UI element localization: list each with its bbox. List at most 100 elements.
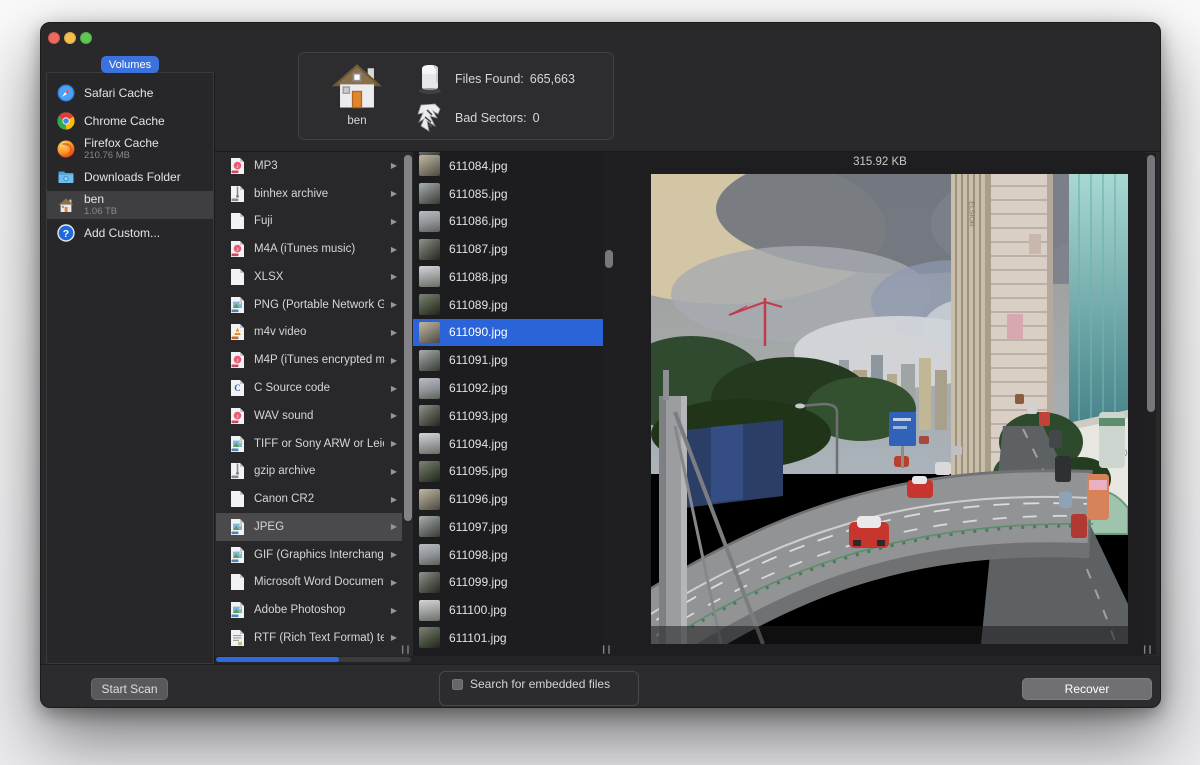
file-type-row-adobe-photoshop[interactable]: Adobe Photoshop ▶ (216, 596, 402, 624)
file-type-row-wav-sound[interactable]: ♪ WAV sound ▶ (216, 402, 402, 430)
found-file-row[interactable]: 611098.jpg (413, 541, 603, 569)
found-file-row[interactable]: 611092.jpg (413, 374, 603, 402)
file-type-row-c-source-code[interactable]: C C Source code ▶ (216, 374, 402, 402)
file-type-row-gzip-archive[interactable]: gzip archive ▶ (216, 457, 402, 485)
embedded-files-checkbox[interactable] (452, 679, 463, 690)
pane-resize-grip[interactable]: ▎▎ (402, 647, 413, 655)
preview-scrollbar-thumb[interactable] (1146, 155, 1155, 412)
sidebar-item-label: Add Custom... (84, 225, 161, 240)
file-type-row-mp3[interactable]: ♪ MP3 ▶ (216, 152, 402, 180)
file-name: 611097.jpg (449, 519, 508, 534)
found-file-row[interactable]: 611094.jpg (413, 430, 603, 458)
svg-text:♪: ♪ (236, 247, 239, 253)
file-type-row-tiff-or-sony-arw-or-leica-raw[interactable]: TIFF or Sony ARW or Leica raw... ▶ (216, 430, 402, 458)
archive-file-icon (230, 185, 245, 203)
sidebar-item-safari-cache[interactable]: Safari Cache (47, 79, 213, 107)
found-file-row[interactable]: 611088.jpg (413, 263, 603, 291)
file-thumbnail (419, 460, 440, 482)
close-window-button[interactable] (48, 32, 60, 44)
file-type-row-m4v-video[interactable]: m4v video ▶ (216, 319, 402, 347)
scan-progress-bar (216, 657, 411, 662)
file-type-row-m4a-itunes-music[interactable]: ♪ M4A (iTunes music) ▶ (216, 235, 402, 263)
found-file-row[interactable]: 611099.jpg (413, 568, 603, 596)
file-name: 611094.jpg (449, 436, 508, 451)
chevron-right-icon[interactable]: ▶ (391, 328, 397, 337)
found-file-row[interactable]: 611095.jpg (413, 457, 603, 485)
file-type-row-binhex-archive[interactable]: binhex archive ▶ (216, 180, 402, 208)
chevron-right-icon[interactable]: ▶ (391, 578, 397, 587)
file-type-row-jpeg[interactable]: JPEG ▶ (216, 512, 402, 541)
sidebar-item-firefox-cache[interactable]: Firefox Cache 210.76 MB (47, 135, 213, 163)
chevron-right-icon[interactable]: ▶ (391, 495, 397, 504)
found-file-row[interactable]: 611096.jpg (413, 485, 603, 513)
tab-volumes[interactable]: Volumes (101, 56, 159, 73)
chevron-right-icon[interactable]: ▶ (391, 606, 397, 615)
file-type-row-png-portable-network-graphi[interactable]: PNG (Portable Network Graphi... ▶ (216, 291, 402, 319)
file-type-row-gif-graphics-interchange-for[interactable]: GIF (Graphics Interchange For... ▶ (216, 541, 402, 569)
sidebar-item-ben[interactable]: ben 1.06 TB (47, 191, 213, 219)
file-type-scrollbar[interactable] (402, 152, 413, 656)
sidebar-item-downloads-folder[interactable]: Downloads Folder (47, 163, 213, 191)
file-type-row-xlsx[interactable]: XLSX ▶ (216, 263, 402, 291)
chevron-right-icon[interactable]: ▶ (391, 356, 397, 365)
chevron-right-icon[interactable]: ▶ (391, 467, 397, 476)
chevron-right-icon[interactable]: ▶ (391, 272, 397, 281)
chevron-right-icon[interactable]: ▶ (391, 161, 397, 170)
bad-sectors-stat: Bad Sectors: 0 (415, 102, 540, 134)
file-type-label: Adobe Photoshop (254, 604, 346, 617)
chevron-right-icon[interactable]: ▶ (391, 439, 397, 448)
file-thumbnail (419, 516, 440, 538)
found-file-row[interactable]: 611090.jpg (413, 318, 603, 347)
downloads-folder-icon (57, 168, 75, 186)
chevron-right-icon[interactable]: ▶ (391, 550, 397, 559)
found-file-row[interactable]: 611093.jpg (413, 402, 603, 430)
sidebar-item-chrome-cache[interactable]: Chrome Cache (47, 107, 213, 135)
chevron-right-icon[interactable]: ▶ (391, 217, 397, 226)
file-type-row-rtf-rich-text-format-text[interactable]: RTF (Rich Text Format) text ▶ (216, 624, 402, 652)
file-name: 611085.jpg (449, 186, 508, 201)
found-file-row[interactable]: 611091.jpg (413, 346, 603, 374)
embedded-files-label: Search for embedded files (470, 677, 611, 691)
minimize-window-button[interactable] (64, 32, 76, 44)
file-type-label: Canon CR2 (254, 493, 315, 506)
file-type-row-microsoft-word-documents[interactable]: Microsoft Word Documents ▶ (216, 568, 402, 596)
found-files-scrollbar-thumb[interactable] (605, 250, 613, 268)
found-files-scrollbar[interactable] (603, 152, 615, 656)
bad-sectors-text: Bad Sectors: 0 (455, 111, 540, 125)
chevron-right-icon[interactable]: ▶ (391, 245, 397, 254)
found-file-row[interactable]: 611086.jpg (413, 208, 603, 236)
chevron-right-icon[interactable]: ▶ (391, 300, 397, 309)
file-name: 611090.jpg (449, 325, 508, 340)
chevron-right-icon[interactable]: ▶ (391, 522, 397, 531)
zoom-window-button[interactable] (80, 32, 92, 44)
chevron-right-icon[interactable]: ▶ (391, 384, 397, 393)
file-name: 611098.jpg (449, 547, 508, 562)
recover-button[interactable]: Recover (1022, 678, 1152, 700)
pane-resize-grip[interactable]: ▎▎ (1144, 647, 1155, 655)
chevron-right-icon[interactable]: ▶ (391, 633, 397, 642)
chrome-icon (57, 112, 75, 130)
file-name: 611089.jpg (449, 297, 508, 312)
found-file-row[interactable]: 611084.jpg (413, 152, 603, 180)
file-type-scrollbar-thumb[interactable] (403, 155, 412, 521)
file-type-label: PNG (Portable Network Graphi... (254, 298, 384, 311)
sidebar-item-add-custom[interactable]: ? Add Custom... (47, 219, 213, 247)
chevron-right-icon[interactable]: ▶ (391, 189, 397, 198)
file-name: 611101.jpg (449, 630, 507, 645)
found-file-row[interactable]: 611089.jpg (413, 291, 603, 319)
file-type-row-fuji[interactable]: Fuji ▶ (216, 208, 402, 236)
found-file-row[interactable]: 611101.jpg (413, 624, 603, 652)
file-type-row-canon-cr2[interactable]: Canon CR2 ▶ (216, 485, 402, 513)
found-files-list: 611084.jpg 611085.jpg 611086.jpg 611087.jpg… (413, 152, 603, 656)
start-scan-button[interactable]: Start Scan (91, 678, 168, 700)
chevron-right-icon[interactable]: ▶ (391, 411, 397, 420)
found-file-row[interactable]: 611085.jpg (413, 180, 603, 208)
pane-resize-grip[interactable]: ▎▎ (603, 647, 614, 655)
found-file-row[interactable]: 611100.jpg (413, 596, 603, 624)
file-thumbnail (419, 349, 440, 371)
found-file-row[interactable]: 611087.jpg (413, 235, 603, 263)
found-file-row[interactable]: 611097.jpg (413, 513, 603, 541)
audio-file-icon: ♪ (230, 351, 245, 369)
file-type-row-m4p-itunes-encrypted-music[interactable]: ♪ M4P (iTunes encrypted music) ▶ (216, 346, 402, 374)
preview-scrollbar[interactable] (1145, 153, 1156, 655)
